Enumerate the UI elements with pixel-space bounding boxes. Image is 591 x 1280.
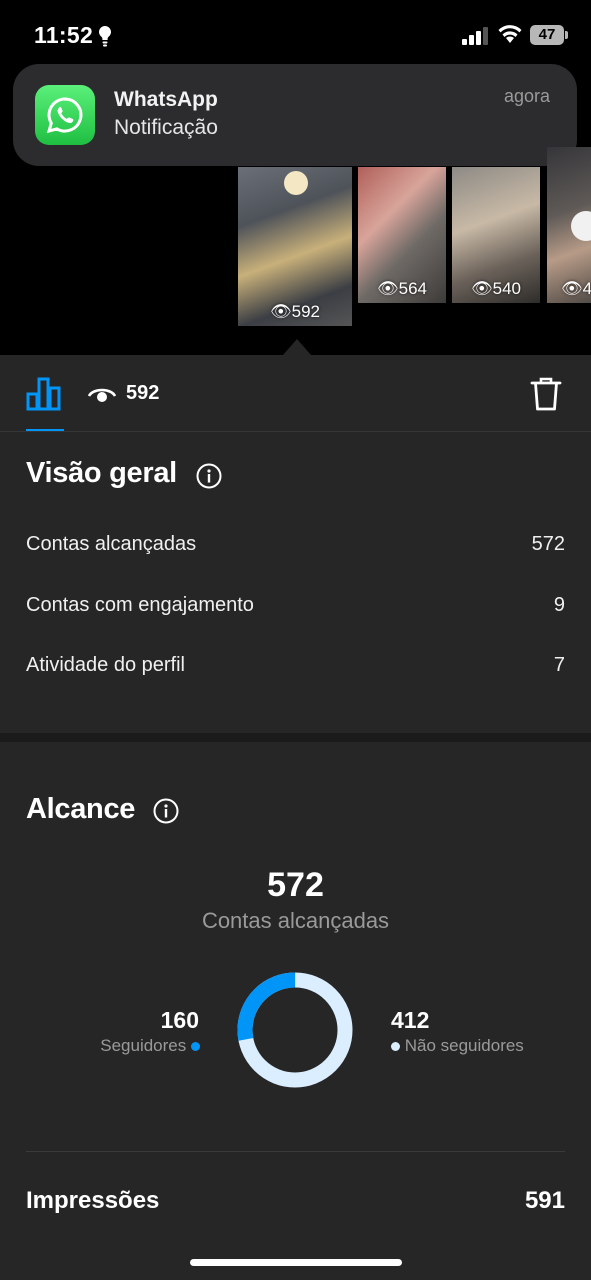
selected-story-caret [283,339,311,355]
lightbulb-icon [99,26,111,47]
story-views: 👁4 [561,279,591,298]
reach-donut-chart [237,972,353,1088]
section-divider [0,733,591,742]
non-followers-legend: Não seguidores [391,1036,524,1056]
home-indicator[interactable] [190,1259,402,1266]
followers-label: Seguidores [100,1036,187,1055]
trash-icon[interactable] [530,376,562,412]
battery-tip [565,31,568,39]
insights-tabbar: 592 [0,355,591,432]
followers-count: 160 [160,1007,199,1033]
divider [26,1151,565,1152]
story-thumbnail-selected[interactable]: 👁592 [238,167,352,326]
story-thumbnail[interactable]: 👁4 [547,147,591,303]
status-bar: 11:52 47 [0,0,591,70]
emoji-sticker [284,171,308,195]
story-views: 👁540 [471,279,521,298]
overview-title: Visão geral [26,457,177,489]
reach-title: Alcance [26,793,136,825]
followers-dot [191,1042,200,1052]
notification-app-name: WhatsApp [114,88,218,111]
battery-indicator: 47 [530,25,564,45]
reach-total: 572 [267,866,324,904]
notification-time: agora [503,86,550,106]
story-thumbnail[interactable]: 👁540 [452,167,540,303]
info-icon[interactable] [196,463,222,489]
non-followers-dot [391,1042,400,1052]
active-tab-indicator [26,429,64,431]
cellular-signal-icon [462,27,488,45]
wifi-icon [498,25,522,43]
followers-legend: Seguidores [100,1036,200,1056]
impressions-label: Impressões [26,1187,160,1214]
reach-total-label: Contas alcançadas [201,908,390,933]
overview-row-label: Contas com engajamento [26,594,254,616]
non-followers-count: 412 [391,1007,430,1033]
bar-chart-icon[interactable] [26,377,62,411]
overview-row-value: 9 [553,594,565,616]
whatsapp-notification[interactable]: WhatsApp Notificação agora [13,64,577,166]
non-followers-label: Não seguidores [404,1036,524,1055]
overview-row-label: Contas alcançadas [26,533,197,555]
eye-icon [88,388,116,402]
views-count[interactable]: 592 [126,382,159,405]
overview-row-label: Atividade do perfil [26,654,185,676]
notification-message: Notificação [114,116,218,139]
overview-row-value: 572 [531,533,565,555]
impressions-value: 591 [524,1187,565,1214]
emoji-sticker [571,211,591,241]
whatsapp-icon [35,85,95,145]
story-thumbnail[interactable]: 👁564 [358,167,446,303]
overview-row-value: 7 [553,654,565,676]
status-time: 11:52 [34,22,94,48]
insights-panel: 592 Visão geral Contas alcançadas 572 Co… [0,355,591,1280]
story-views: 👁592 [270,302,320,321]
info-icon[interactable] [153,798,179,824]
story-views: 👁564 [377,279,427,298]
